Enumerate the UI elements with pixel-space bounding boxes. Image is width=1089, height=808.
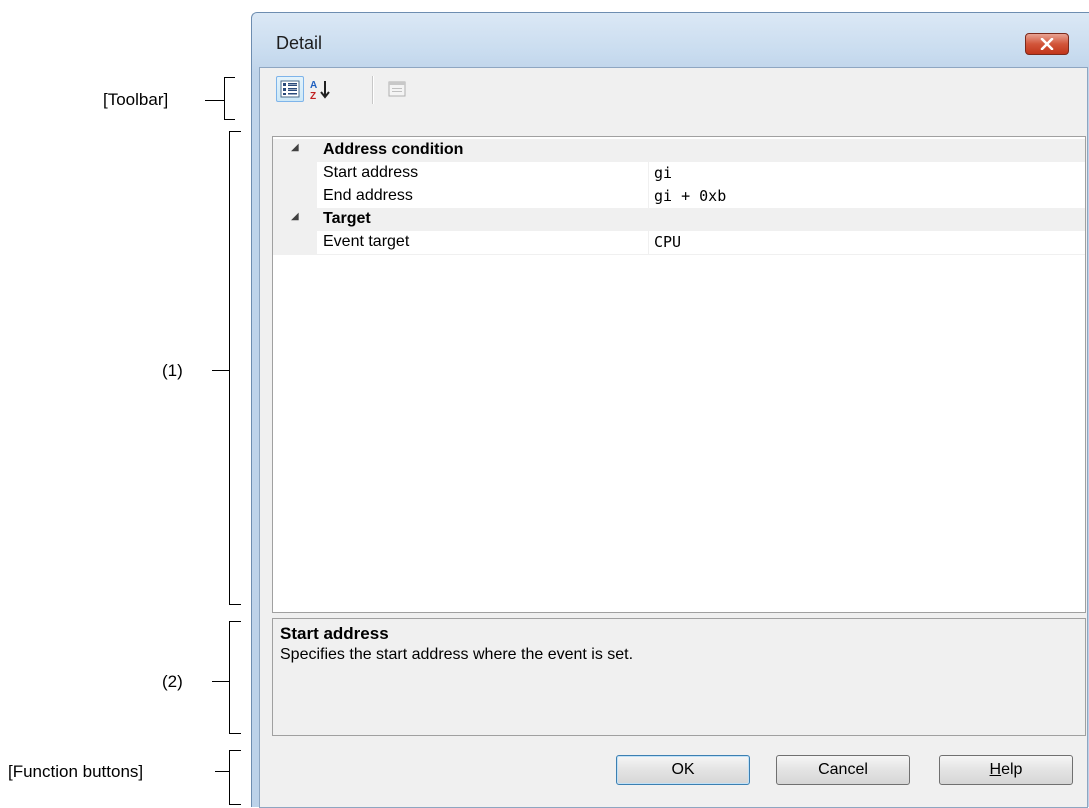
property-name: Start address xyxy=(323,164,419,181)
property-pages-icon xyxy=(388,81,406,97)
close-button[interactable] xyxy=(1025,33,1069,55)
annotation-area-1: (1) xyxy=(162,361,183,380)
annotation-bracket-tick xyxy=(229,604,241,605)
detail-dialog: Detail A Z ◢ Address condition Start add… xyxy=(251,12,1089,808)
collapse-icon[interactable]: ◢ xyxy=(291,211,299,222)
property-row-start-address[interactable]: Start address gi xyxy=(273,162,1085,186)
sort-alphabetical-button[interactable]: A Z xyxy=(307,76,335,102)
svg-text:A: A xyxy=(310,80,317,91)
dialog-body: A Z ◢ Address condition Start address gi… xyxy=(259,67,1088,808)
annotation-bracket-tick xyxy=(229,750,241,751)
category-label: Address condition xyxy=(323,141,464,158)
property-value[interactable]: gi + 0xb xyxy=(654,187,726,205)
annotation-bracket xyxy=(229,621,230,734)
annotation-area-2: (2) xyxy=(162,672,183,691)
annotation-bracket xyxy=(229,131,230,605)
property-name: Event target xyxy=(323,233,410,250)
annotation-bracket-tick xyxy=(229,621,241,622)
collapse-icon[interactable]: ◢ xyxy=(291,142,299,153)
property-value[interactable]: CPU xyxy=(654,233,681,251)
property-row-end-address[interactable]: End address gi + 0xb xyxy=(273,185,1085,209)
description-panel: Start address Specifies the start addres… xyxy=(272,618,1086,736)
window-title: Detail xyxy=(276,33,323,53)
help-mnemonic: H xyxy=(989,761,1002,778)
property-name: End address xyxy=(323,187,413,204)
annotation-connector xyxy=(212,370,230,371)
annotation-connector xyxy=(215,771,230,772)
description-title: Start address xyxy=(280,624,389,643)
annotation-connector xyxy=(212,681,230,682)
annotation-toolbar: [Toolbar] xyxy=(103,90,169,109)
help-button[interactable]: Help xyxy=(939,755,1073,785)
property-grid: ◢ Address condition Start address gi End… xyxy=(272,136,1086,613)
toolbar-separator xyxy=(372,76,374,104)
category-row-address-condition[interactable]: ◢ Address condition xyxy=(273,139,1085,162)
annotation-bracket xyxy=(229,750,230,805)
sort-alphabetical-icon: A Z xyxy=(310,80,330,100)
cancel-button[interactable]: Cancel xyxy=(776,755,910,785)
property-row-event-target[interactable]: Event target CPU xyxy=(273,231,1085,255)
categorized-view-button[interactable] xyxy=(276,76,304,102)
annotation-bracket xyxy=(224,77,225,120)
property-pages-button[interactable] xyxy=(383,76,411,102)
property-value[interactable]: gi xyxy=(654,164,672,182)
ok-button[interactable]: OK xyxy=(616,755,750,785)
annotation-bracket-tick xyxy=(229,733,241,734)
close-icon xyxy=(1040,38,1054,50)
category-label: Target xyxy=(323,210,371,227)
category-row-target[interactable]: ◢ Target xyxy=(273,208,1085,231)
annotation-connector xyxy=(205,100,225,101)
annotation-bracket-tick xyxy=(224,119,235,120)
toolbar: A Z xyxy=(260,68,1087,108)
annotation-bracket-tick xyxy=(229,131,241,132)
annotation-bracket-tick xyxy=(224,77,235,78)
help-label-rest: elp xyxy=(1001,761,1023,778)
annotation-bracket-tick xyxy=(229,804,241,805)
annotation-function-buttons: [Function buttons] xyxy=(8,762,144,781)
categorized-view-icon xyxy=(280,80,300,98)
svg-text:Z: Z xyxy=(310,91,316,100)
description-text: Specifies the start address where the ev… xyxy=(280,646,634,663)
